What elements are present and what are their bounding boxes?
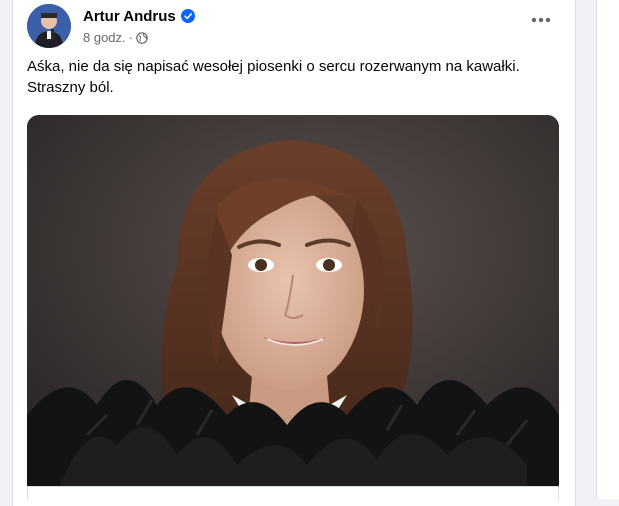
link-preview-footer (27, 486, 559, 500)
post-photo[interactable] (27, 115, 559, 492)
post-meta: 8 godz. · (83, 30, 148, 45)
avatar-image (27, 4, 71, 48)
globe-icon[interactable] (136, 31, 148, 44)
post-text: Aśka, nie da się napisać wesołej piosenk… (27, 58, 520, 96)
more-options-icon (531, 17, 551, 23)
more-options-button[interactable] (525, 4, 557, 36)
adjacent-panel-edge (596, 0, 619, 499)
post-timestamp[interactable]: 8 godz. (83, 30, 126, 45)
author-avatar[interactable] (27, 4, 71, 48)
author-name[interactable]: Artur Andrus (83, 8, 176, 25)
meta-separator: · (128, 30, 133, 45)
portrait-image (27, 115, 559, 492)
post-card: Artur Andrus 8 godz. · Aśka, nie da się … (12, 0, 576, 506)
verified-badge-icon (180, 9, 195, 23)
author-row: Artur Andrus (83, 6, 195, 26)
